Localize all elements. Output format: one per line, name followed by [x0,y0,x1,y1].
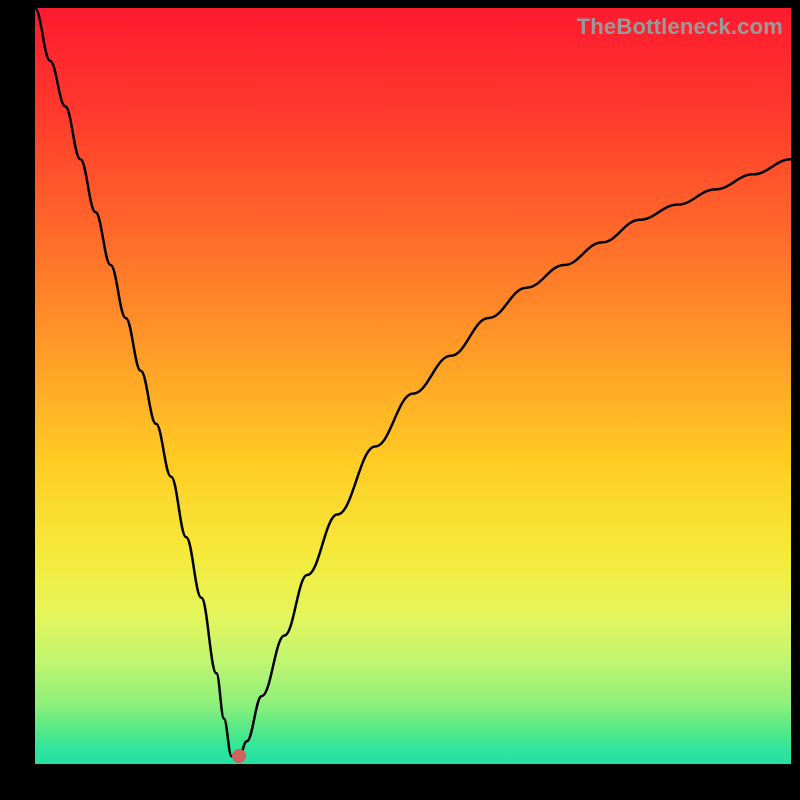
bottleneck-curve [35,8,791,764]
plot-area: TheBottleneck.com [35,8,791,764]
current-marker [232,749,246,763]
chart-container: TheBottleneck.com [0,0,800,800]
